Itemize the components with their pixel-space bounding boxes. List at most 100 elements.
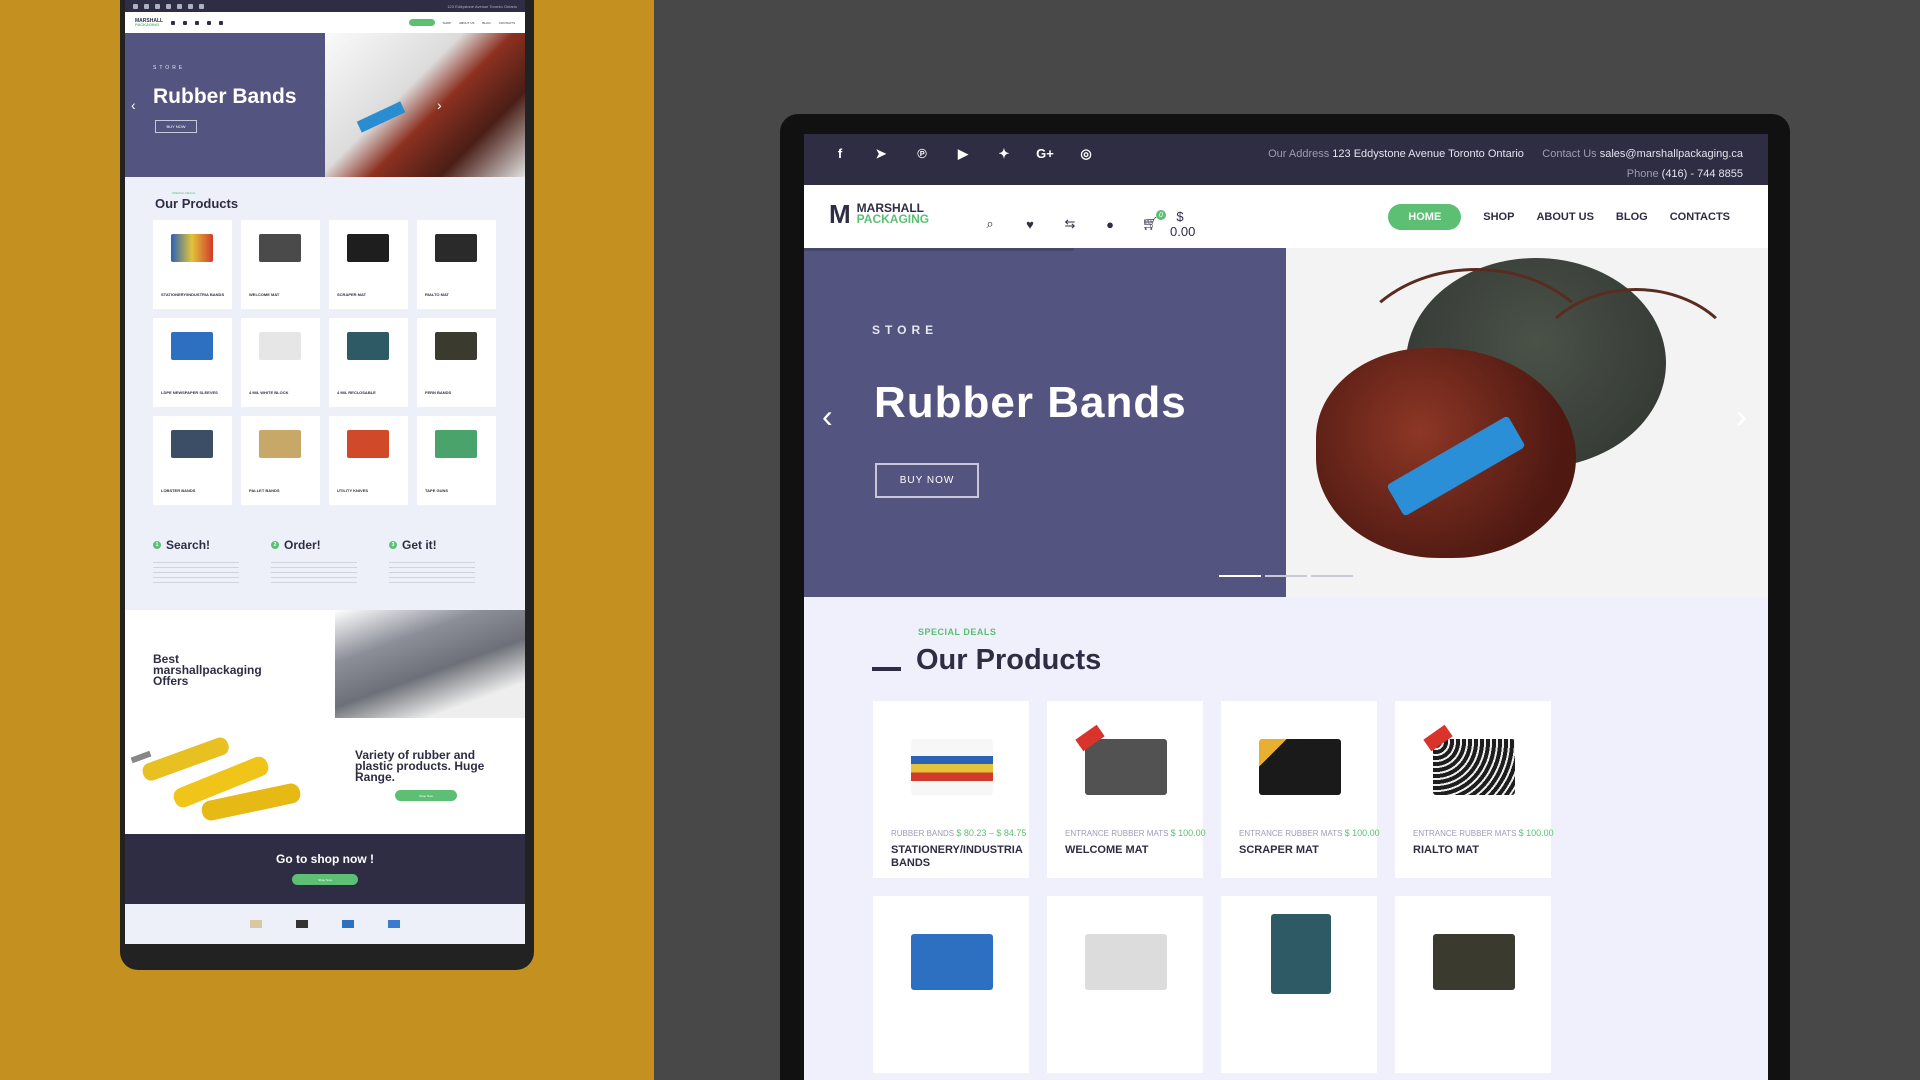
- product-card[interactable]: [1047, 896, 1203, 1073]
- search-icon[interactable]: [171, 20, 176, 25]
- product-name[interactable]: LOBSTER BANDS: [161, 488, 231, 493]
- product-name[interactable]: WELCOME MAT: [249, 292, 319, 297]
- phone-product-card[interactable]: 4 MIL WHITE BLOCK: [241, 318, 320, 407]
- facebook-icon[interactable]: f: [829, 146, 851, 162]
- product-name[interactable]: STATIONERY/INDUSTRIA BANDS: [161, 292, 231, 297]
- slider-dot[interactable]: [1311, 575, 1353, 577]
- next-arrow-icon[interactable]: ›: [1736, 398, 1747, 435]
- nav-about-us[interactable]: ABOUT US: [1536, 211, 1593, 223]
- logo[interactable]: M MARSHALL PACKAGING: [829, 201, 929, 227]
- address-label: Our Address: [1268, 148, 1330, 160]
- slider-dot[interactable]: [1219, 575, 1261, 577]
- phone-nav-about[interactable]: ABOUT US: [459, 21, 474, 25]
- product-image[interactable]: [911, 739, 993, 795]
- google-plus-icon[interactable]: G+: [1034, 146, 1056, 162]
- product-image[interactable]: [1259, 739, 1341, 795]
- phone-product-card[interactable]: TAPE GUNS: [417, 416, 496, 505]
- product-name[interactable]: WELCOME MAT: [1065, 844, 1195, 857]
- compare-icon[interactable]: [195, 20, 200, 25]
- phone-product-card[interactable]: WELCOME MAT: [241, 220, 320, 309]
- prev-arrow-icon[interactable]: ‹: [822, 398, 833, 435]
- product-name[interactable]: LDPE NEWSPAPER SLEEVES: [161, 390, 231, 395]
- nav-blog[interactable]: BLOG: [1616, 211, 1648, 223]
- product-name[interactable]: 4 MIL RECLOSABLE: [337, 390, 407, 395]
- product-name[interactable]: PALLET BANDS: [249, 488, 319, 493]
- phone-nav-contacts[interactable]: CONTACTS: [499, 21, 515, 25]
- phone-buy-now-button[interactable]: BUY NOW: [155, 120, 197, 133]
- cart-icon[interactable]: [219, 20, 224, 25]
- phone-nav-blog[interactable]: BLOG: [482, 21, 490, 25]
- facebook-icon[interactable]: [133, 3, 138, 9]
- product-card[interactable]: [873, 896, 1029, 1073]
- product-image[interactable]: [1085, 934, 1167, 990]
- twitter-icon[interactable]: [177, 3, 182, 9]
- product-card[interactable]: [1221, 896, 1377, 1073]
- buy-now-button[interactable]: BUY NOW: [875, 463, 979, 498]
- nav-contacts[interactable]: CONTACTS: [1670, 211, 1730, 223]
- product-name[interactable]: 4 MIL WHITE BLOCK: [249, 390, 319, 395]
- phone-prev-arrow-icon[interactable]: ‹: [131, 97, 136, 113]
- nav-home[interactable]: HOME: [1388, 204, 1462, 230]
- footer-thumb[interactable]: [388, 920, 400, 928]
- product-image[interactable]: [1433, 934, 1515, 990]
- phone-product-card[interactable]: 4 MIL RECLOSABLE: [329, 318, 408, 407]
- product-image[interactable]: [1271, 914, 1331, 994]
- phone-product-card[interactable]: STATIONERY/INDUSTRIA BANDS: [153, 220, 232, 309]
- user-icon[interactable]: ●: [1100, 217, 1120, 232]
- google-plus-icon[interactable]: [188, 3, 193, 9]
- compare-icon[interactable]: ⇆: [1060, 216, 1080, 232]
- instagram-icon[interactable]: [199, 3, 204, 9]
- twitter-icon[interactable]: ✦: [993, 146, 1015, 162]
- slider-dot[interactable]: [1265, 575, 1307, 577]
- product-card[interactable]: ENTRANCE RUBBER MATS $ 100.00 WELCOME MA…: [1047, 701, 1206, 878]
- cta-shop-button[interactable]: Shop Now: [292, 874, 358, 885]
- product-card[interactable]: [1395, 896, 1551, 1073]
- phone-product-card[interactable]: LDPE NEWSPAPER SLEEVES: [153, 318, 232, 407]
- product-image[interactable]: [911, 934, 993, 990]
- product-image[interactable]: [1085, 739, 1167, 795]
- phone-product-card[interactable]: LOBSTER BANDS: [153, 416, 232, 505]
- product-card[interactable]: ENTRANCE RUBBER MATS $ 100.00 RIALTO MAT: [1395, 701, 1554, 878]
- product-name[interactable]: FERN BANDS: [425, 390, 495, 395]
- product-name[interactable]: UTILITY KNIVES: [337, 488, 407, 493]
- user-icon[interactable]: [207, 20, 212, 25]
- footer-thumb[interactable]: [342, 920, 354, 928]
- telegram-icon[interactable]: ➤: [870, 146, 892, 162]
- product-name[interactable]: SCRAPER MAT: [1239, 844, 1369, 857]
- phone-product-card[interactable]: FERN BANDS: [417, 318, 496, 407]
- phone-product-card[interactable]: PALLET BANDS: [241, 416, 320, 505]
- footer-thumb[interactable]: [296, 920, 308, 928]
- phone-logo[interactable]: MARSHALL PACKAGING: [135, 18, 163, 27]
- product-name[interactable]: SCRAPER MAT: [337, 292, 407, 297]
- pinterest-icon[interactable]: ℗: [911, 146, 933, 162]
- search-icon[interactable]: ⌕: [980, 216, 1000, 232]
- phone-product-card[interactable]: SCRAPER MAT: [329, 220, 408, 309]
- phone-nav-home[interactable]: [408, 19, 435, 26]
- product-name[interactable]: RIALTO MAT: [425, 292, 495, 297]
- product-name[interactable]: TAPE GUNS: [425, 488, 495, 493]
- pinterest-icon[interactable]: [155, 3, 160, 9]
- footer-thumb[interactable]: [250, 920, 262, 928]
- phone-product-card[interactable]: UTILITY KNIVES: [329, 416, 408, 505]
- youtube-icon[interactable]: ▶: [952, 146, 974, 162]
- email-link[interactable]: sales@marshallpackaging.ca: [1600, 148, 1743, 160]
- instagram-icon[interactable]: ◎: [1075, 146, 1097, 162]
- product-image[interactable]: [1433, 739, 1515, 795]
- product-name[interactable]: RIALTO MAT: [1413, 844, 1543, 857]
- nav-shop[interactable]: SHOP: [1483, 211, 1514, 223]
- telegram-icon[interactable]: [144, 3, 149, 9]
- youtube-icon[interactable]: [166, 3, 171, 9]
- cart-icon[interactable]: 🛒︎ 0: [1140, 210, 1166, 232]
- section-dash: [872, 667, 901, 671]
- cart-total[interactable]: $ 0.00: [1170, 209, 1195, 239]
- offers-shop-button[interactable]: Shop Now: [395, 790, 457, 801]
- heart-icon[interactable]: ♥: [1020, 217, 1040, 232]
- product-name[interactable]: STATIONERY/INDUSTRIA BANDS: [891, 844, 1022, 870]
- phone-nav-shop[interactable]: SHOP: [443, 21, 452, 25]
- phone-next-arrow-icon[interactable]: ›: [437, 97, 442, 113]
- phone-product-card[interactable]: RIALTO MAT: [417, 220, 496, 309]
- product-card[interactable]: RUBBER BANDS $ 80.23 – $ 84.75 STATIONER…: [873, 701, 1029, 878]
- heart-icon[interactable]: [183, 20, 188, 25]
- product-card[interactable]: ENTRANCE RUBBER MATS $ 100.00 SCRAPER MA…: [1221, 701, 1380, 878]
- top-bar: f ➤ ℗ ▶ ✦ G+ ◎ Our Address 123 Eddystone…: [804, 134, 1768, 185]
